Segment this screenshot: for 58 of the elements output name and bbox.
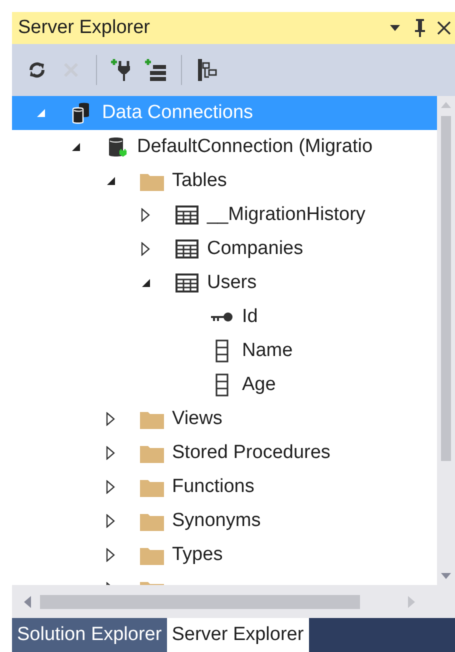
tree-item-label: Age <box>242 372 276 397</box>
horizontal-scrollbar[interactable] <box>12 585 455 618</box>
column-icon <box>215 339 229 363</box>
tree-item[interactable]: Stored Procedures <box>12 436 437 470</box>
scroll-left-icon[interactable] <box>24 596 31 608</box>
collapsed-arrow-icon[interactable] <box>141 208 150 222</box>
tree-item-label: Companies <box>207 236 304 261</box>
table-icon <box>175 238 199 260</box>
tree-item[interactable]: Types <box>12 538 437 572</box>
tree-item-label: DefaultConnection (Migratio <box>137 134 373 159</box>
tree-item[interactable]: Id <box>12 300 437 334</box>
tree-item-label: Name <box>242 338 293 363</box>
collapsed-arrow-icon[interactable] <box>106 480 115 494</box>
tree-item[interactable]: Functions <box>12 470 437 504</box>
collapsed-arrow-icon[interactable] <box>141 242 150 256</box>
tree-item-label: Views <box>172 406 222 431</box>
window-title: Server Explorer <box>18 16 151 40</box>
scroll-down-icon[interactable] <box>441 573 451 579</box>
vertical-scrollbar[interactable] <box>437 96 455 585</box>
tree-item[interactable]: Name <box>12 334 437 368</box>
tree-item-label: Types <box>172 542 223 567</box>
tree-item-label: Functions <box>172 474 254 499</box>
server-add-icon <box>144 58 168 82</box>
tree-item-label: __MigrationHistory <box>207 202 366 227</box>
tree-item[interactable]: __MigrationHistory <box>12 198 437 232</box>
tree-item[interactable]: DefaultConnection (Migratio <box>12 130 437 164</box>
tree-item-label: Data Connections <box>102 100 254 125</box>
tree-item-label: Synonyms <box>172 508 261 533</box>
tree-item[interactable]: Companies <box>12 232 437 266</box>
collapsed-arrow-icon[interactable] <box>106 446 115 460</box>
tree-item-label: Stored Procedures <box>172 440 330 465</box>
collapsed-arrow-icon[interactable] <box>106 514 115 528</box>
tab[interactable]: Server Explorer <box>166 618 309 652</box>
expanded-arrow-icon[interactable] <box>71 142 81 152</box>
tree-item[interactable]: Tables <box>12 164 437 198</box>
tree-item[interactable]: Views <box>12 402 437 436</box>
scrollbar-thumb[interactable] <box>441 116 451 461</box>
tree-item-label: Id <box>242 304 258 329</box>
key-icon <box>210 310 234 324</box>
tree-item[interactable]: Age <box>12 368 437 402</box>
column-icon <box>215 373 229 397</box>
tree-item-label: Users <box>207 270 257 295</box>
table-icon <box>175 204 199 226</box>
scrollbar-thumb[interactable] <box>40 594 360 608</box>
pin-icon[interactable] <box>413 18 427 38</box>
expanded-arrow-icon[interactable] <box>141 278 151 288</box>
tree-item[interactable]: Synonyms <box>12 504 437 538</box>
tree-item[interactable]: Users <box>12 266 437 300</box>
table-icon <box>175 272 199 294</box>
dropdown-icon[interactable] <box>389 24 401 32</box>
collapsed-arrow-icon[interactable] <box>106 412 115 426</box>
tree-item-label: Tables <box>172 168 227 193</box>
schema-icon <box>196 58 218 82</box>
collapsed-arrow-icon[interactable] <box>106 548 115 562</box>
close-icon[interactable] <box>437 21 451 35</box>
expanded-arrow-icon[interactable] <box>106 176 116 186</box>
refresh-icon <box>27 60 47 80</box>
tab[interactable]: Solution Explorer <box>12 618 167 652</box>
